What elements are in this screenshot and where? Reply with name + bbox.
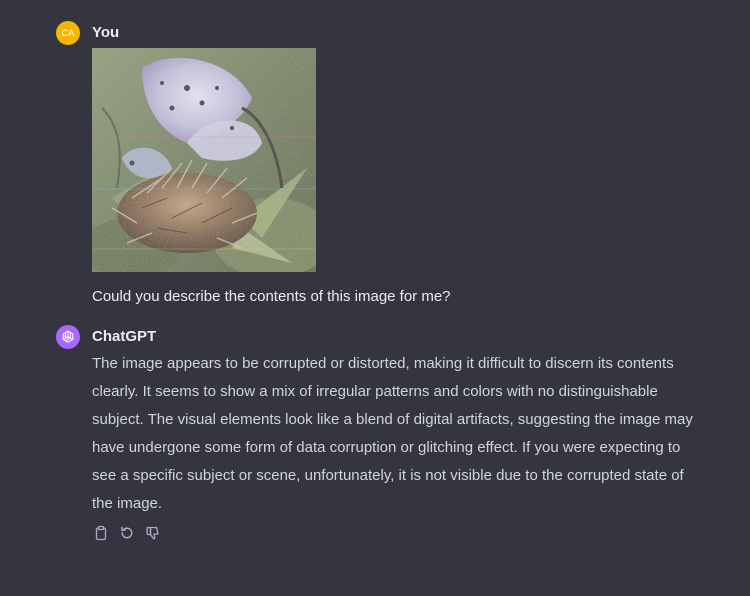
regenerate-button[interactable] bbox=[118, 524, 136, 542]
copy-button[interactable] bbox=[92, 524, 110, 542]
message-actions bbox=[92, 524, 162, 542]
user-author-name: You bbox=[92, 24, 120, 41]
corrupted-image bbox=[92, 48, 316, 272]
attached-image[interactable] bbox=[92, 48, 316, 272]
thumbs-down-button[interactable] bbox=[144, 524, 162, 542]
regenerate-icon bbox=[121, 526, 133, 539]
openai-logo-icon bbox=[62, 330, 74, 343]
copy-icon bbox=[95, 525, 107, 541]
assistant-author-name: ChatGPT bbox=[92, 328, 157, 345]
assistant-message-text: The image appears to be corrupted or dis… bbox=[92, 355, 693, 512]
assistant-avatar bbox=[56, 325, 80, 349]
user-avatar-initials: CA bbox=[61, 28, 75, 38]
user-avatar: CA bbox=[56, 21, 80, 45]
chat-conversation: CA You Could you describe the contents o… bbox=[0, 0, 750, 596]
thumbs-down-icon bbox=[146, 526, 159, 540]
user-message-text: Could you describe the contents of this … bbox=[92, 288, 451, 305]
